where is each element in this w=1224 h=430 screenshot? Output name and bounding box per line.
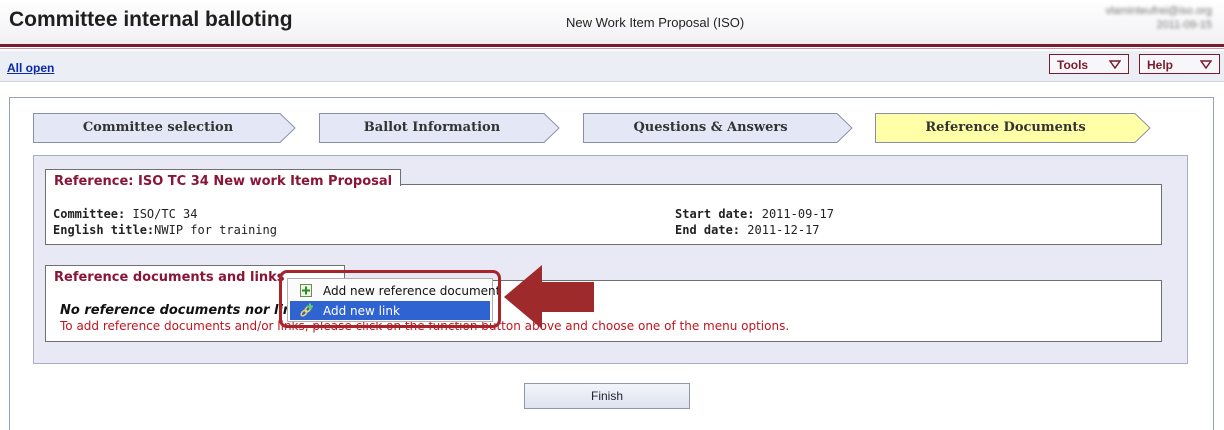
help-menu-button[interactable]: Help (1139, 54, 1220, 74)
header-divider (0, 44, 1224, 47)
start-date-value: 2011-09-17 (761, 207, 834, 221)
step-questions-answers[interactable]: Questions & Answers (583, 113, 853, 143)
end-date-value: 2011-12-17 (747, 223, 820, 237)
user-email: vlaminteufrei@iso.org (1105, 5, 1212, 17)
english-title-value: NWIP for training (154, 223, 277, 237)
app-title: Committee internal balloting (9, 8, 293, 31)
toolbar (0, 51, 1224, 82)
step-reference-documents[interactable]: Reference Documents (875, 113, 1151, 143)
end-date-label: End date: (675, 223, 741, 237)
reference-documents-title: Reference documents and links (54, 270, 285, 285)
reference-title-tab: Reference: ISO TC 34 New work Item Propo… (45, 169, 401, 189)
committee-label: Committee: (53, 207, 126, 221)
step-label: Reference Documents (925, 120, 1086, 135)
step-label: Committee selection (82, 120, 234, 135)
document-title: New Work Item Proposal (ISO) (566, 15, 745, 30)
start-date-row: Start date: 2011-09-17 (675, 207, 834, 221)
user-info: vlaminteufrei@iso.org 2011-09-15 (1082, 4, 1212, 32)
chevron-down-icon (1109, 60, 1121, 69)
step-label: Ballot Information (363, 120, 501, 135)
committee-row: Committee: ISO/TC 34 (53, 207, 198, 221)
english-title-label: English title: (53, 223, 155, 237)
step-committee-selection[interactable]: Committee selection (33, 113, 296, 143)
committee-value: ISO/TC 34 (132, 207, 198, 221)
chevron-down-icon (1200, 60, 1212, 69)
all-open-link[interactable]: All open (7, 61, 54, 75)
user-date: 2011-09-15 (1156, 19, 1212, 31)
reference-title: Reference: ISO TC 34 New work Item Propo… (54, 174, 393, 189)
step-label: Questions & Answers (633, 120, 788, 135)
tools-label: Tools (1057, 58, 1089, 72)
step-ballot-information[interactable]: Ballot Information (319, 113, 560, 143)
end-date-row: End date: 2011-12-17 (675, 223, 820, 237)
app-header: Committee internal balloting New Work It… (0, 0, 1224, 44)
annotation-arrow-icon (504, 265, 594, 329)
help-label: Help (1147, 58, 1174, 72)
header-divider-light (0, 48, 1224, 49)
empty-state-title: No reference documents nor links (60, 303, 309, 318)
start-date-label: Start date: (675, 207, 755, 221)
english-title-row: English title:NWIP for training (53, 223, 277, 237)
highlight-ring (279, 270, 501, 328)
finish-button[interactable]: Finish (524, 383, 690, 409)
tools-menu-button[interactable]: Tools (1049, 54, 1129, 74)
